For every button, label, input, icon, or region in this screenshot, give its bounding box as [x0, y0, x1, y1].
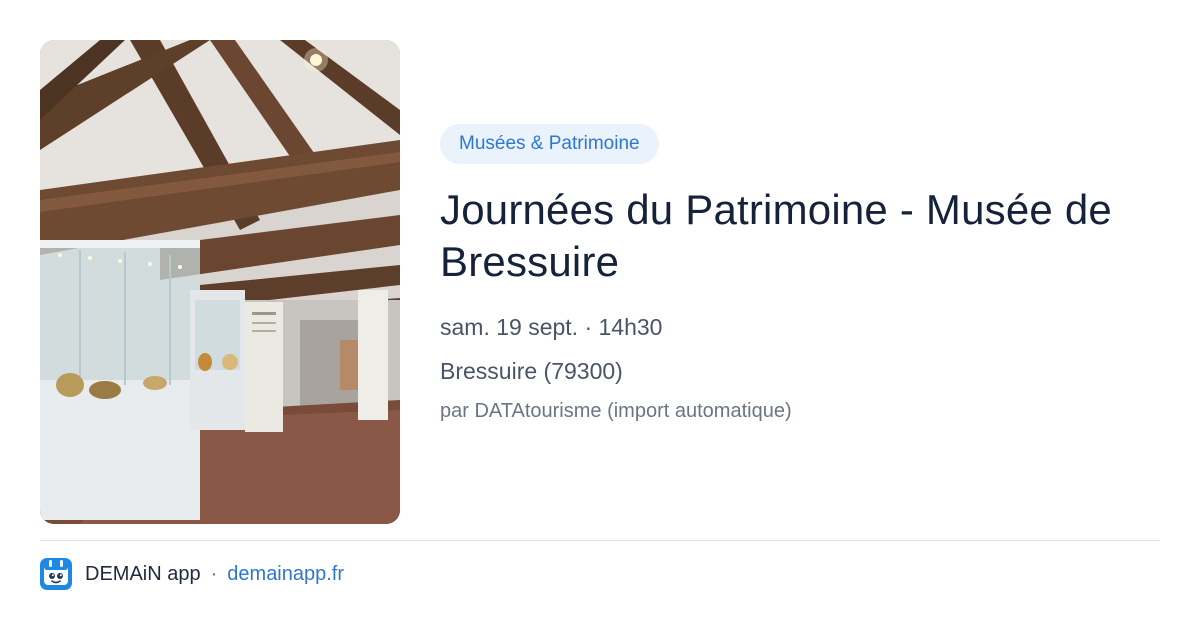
- app-website-link[interactable]: demainapp.fr: [227, 563, 344, 586]
- footer-divider: [40, 540, 1160, 541]
- event-location: Bressuire (79300): [440, 358, 623, 384]
- footer: DEMAiN app · demainapp.fr: [40, 558, 344, 590]
- event-info: Musées & Patrimoine Journées du Patrimoi…: [440, 124, 1170, 424]
- event-photo[interactable]: [40, 40, 400, 524]
- demain-app-icon[interactable]: [40, 558, 72, 590]
- event-datetime: sam. 19 sept. · 14h30: [440, 314, 663, 340]
- museum-interior-illustration: [40, 40, 400, 524]
- event-source: par DATAtourisme (import automatique): [440, 400, 792, 422]
- category-badge[interactable]: Musées & Patrimoine: [440, 124, 659, 164]
- link-preview-card[interactable]: Musées & Patrimoine Journées du Patrimoi…: [0, 0, 1200, 630]
- app-name: DEMAiN app: [85, 562, 201, 585]
- footer-separator: ·: [210, 562, 218, 585]
- event-title[interactable]: Journées du Patrimoine - Musée de Bressu…: [440, 184, 1170, 288]
